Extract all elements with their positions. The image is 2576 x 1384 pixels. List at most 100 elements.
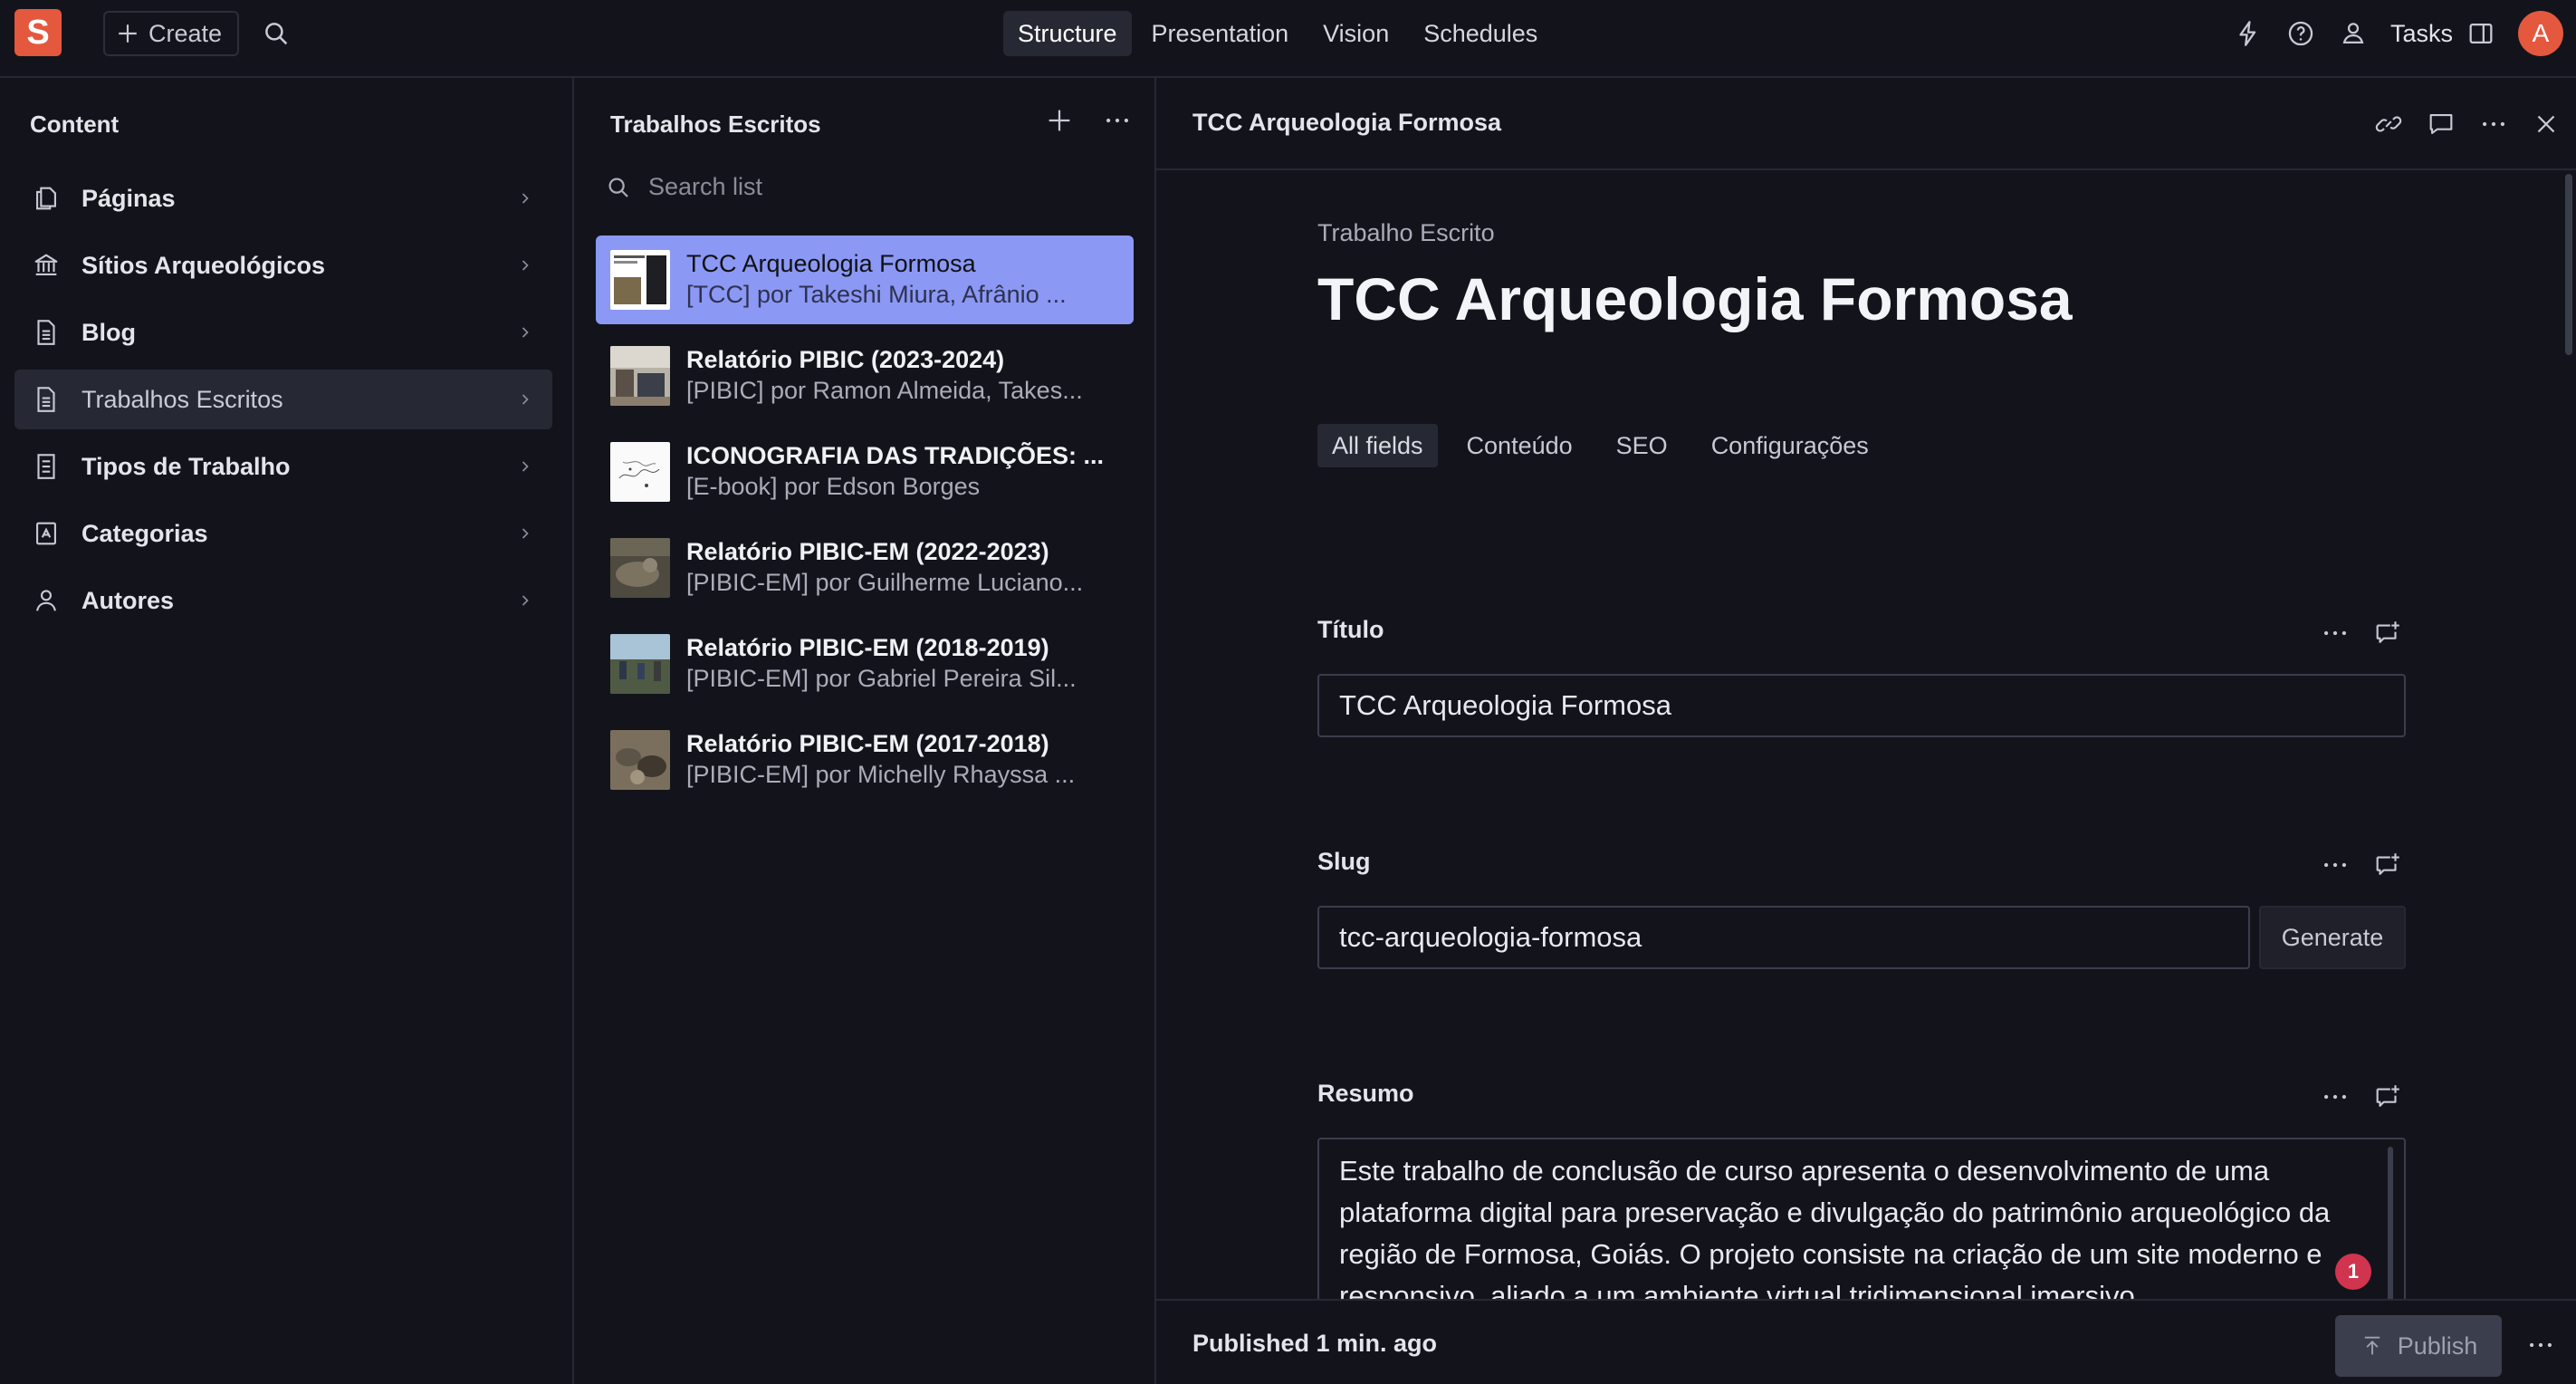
list-item-subtitle: [TCC] por Takeshi Miura, Afrânio ... xyxy=(686,281,1067,308)
tab-configuracoes[interactable]: Configurações xyxy=(1697,424,1883,467)
chevron-right-icon xyxy=(522,327,529,338)
document-header: TCC Arqueologia Formosa xyxy=(1156,78,2576,170)
chevron-right-icon xyxy=(522,394,529,405)
list-item-title: TCC Arqueologia Formosa xyxy=(686,250,976,277)
publish-status: Published 1 min. ago xyxy=(1192,1330,1438,1357)
more-options-icon[interactable] xyxy=(1102,105,1133,136)
sidebar-item-label: Autores xyxy=(81,586,175,614)
sidebar-item-tipos-de-trabalho[interactable]: Tipos de Trabalho xyxy=(14,437,552,496)
content-pane: Content Páginas Sítios Arqueológicos Blo… xyxy=(0,78,574,1384)
tab-schedules[interactable]: Schedules xyxy=(1409,11,1552,56)
list-item[interactable]: Relatório PIBIC-EM (2022-2023) [PIBIC-EM… xyxy=(596,524,1134,612)
chevron-right-icon xyxy=(522,193,529,204)
document-type-label: Trabalho Escrito xyxy=(1317,219,1495,246)
sidebar-item-blog[interactable]: Blog xyxy=(14,303,552,362)
list-item-title: Relatório PIBIC (2023-2024) xyxy=(686,346,1005,373)
list-item-subtitle: [PIBIC-EM] por Michelly Rhayssa ... xyxy=(686,761,1076,788)
comment-icon[interactable] xyxy=(2426,109,2456,139)
tab-all-fields[interactable]: All fields xyxy=(1317,424,1438,467)
publish-icon xyxy=(2364,1336,2380,1355)
list-item[interactable]: ICONOGRAFIA DAS TRADIÇÕES: ... [E-book] … xyxy=(596,428,1134,516)
top-bar: S Create Structure Presentation Vision S… xyxy=(0,0,2576,78)
tab-conteudo[interactable]: Conteúdo xyxy=(1452,424,1587,467)
more-options-icon[interactable] xyxy=(2320,618,2351,649)
document-icon xyxy=(37,387,55,412)
list-actions xyxy=(1044,105,1133,136)
search-list-input[interactable] xyxy=(646,172,1099,202)
global-search-button[interactable] xyxy=(261,18,292,49)
list-item-subtitle: [E-book] por Edson Borges xyxy=(686,473,981,500)
resumo-textarea[interactable]: Este trabalho de conclusão de curso apre… xyxy=(1317,1138,2406,1319)
list-item[interactable]: TCC Arqueologia Formosa [TCC] por Takesh… xyxy=(596,235,1134,324)
app-logo[interactable]: S xyxy=(14,9,62,56)
sidebar-item-label: Tipos de Trabalho xyxy=(81,452,291,480)
tab-seo[interactable]: SEO xyxy=(1602,424,1682,467)
tab-vision[interactable]: Vision xyxy=(1308,11,1403,56)
list-search xyxy=(605,172,1099,202)
user-avatar[interactable]: A xyxy=(2518,11,2563,56)
sidebar-item-paginas[interactable]: Páginas xyxy=(14,168,552,228)
slug-field-label: Slug xyxy=(1317,848,1371,875)
list-item-title: Relatório PIBIC-EM (2018-2019) xyxy=(686,634,1049,661)
add-icon[interactable] xyxy=(1044,105,1075,136)
top-right-actions: Tasks A xyxy=(2211,0,2576,67)
list-item-title: Relatório PIBIC-EM (2022-2023) xyxy=(686,538,1049,565)
search-icon xyxy=(265,23,288,45)
publish-label: Publish xyxy=(2397,1331,2478,1360)
titulo-input[interactable] xyxy=(1317,674,2406,737)
list-item[interactable]: Relatório PIBIC-EM (2018-2019) [PIBIC-EM… xyxy=(596,620,1134,708)
more-options-icon[interactable] xyxy=(2478,109,2509,139)
document-scrollbar[interactable] xyxy=(2565,174,2572,355)
list-item[interactable]: Relatório PIBIC (2023-2024) [PIBIC] por … xyxy=(596,332,1134,420)
document-thumbnail xyxy=(610,538,670,598)
more-options-icon[interactable] xyxy=(2320,850,2351,880)
slug-input[interactable] xyxy=(1317,906,2250,969)
list-item-title: Relatório PIBIC-EM (2017-2018) xyxy=(686,730,1049,757)
sidebar-item-trabalhos-escritos[interactable]: Trabalhos Escritos xyxy=(14,370,552,429)
document-thumbnail xyxy=(610,346,670,406)
tag-icon xyxy=(36,522,56,545)
workspace-tabs: Structure Presentation Vision Schedules xyxy=(1003,11,1552,56)
titulo-field-label: Título xyxy=(1317,616,1384,643)
sidebar-item-label: Sítios Arqueológicos xyxy=(81,251,326,279)
list-item[interactable]: Relatório PIBIC-EM (2017-2018) [PIBIC-EM… xyxy=(596,716,1134,804)
document-icon xyxy=(37,454,55,479)
content-pane-title: Content xyxy=(30,111,120,138)
panel-toggle-icon[interactable] xyxy=(2466,18,2496,49)
chevron-right-icon xyxy=(522,595,529,606)
help-icon[interactable] xyxy=(2285,18,2316,49)
list-item-subtitle: [PIBIC] por Ramon Almeida, Takes... xyxy=(686,377,1083,404)
list-pane-title: Trabalhos Escritos xyxy=(610,111,821,138)
bolt-icon[interactable] xyxy=(2233,18,2264,49)
chevron-right-icon xyxy=(522,260,529,271)
sidebar-item-autores[interactable]: Autores xyxy=(14,571,552,630)
link-icon[interactable] xyxy=(2373,109,2404,139)
more-options-icon[interactable] xyxy=(2320,1081,2351,1112)
document-list-pane: Trabalhos Escritos TCC Arqueologia Formo… xyxy=(574,78,1156,1384)
sidebar-item-label: Blog xyxy=(81,318,136,346)
tasks-button[interactable]: Tasks xyxy=(2390,20,2453,48)
tab-structure[interactable]: Structure xyxy=(1003,11,1132,56)
add-comment-icon[interactable] xyxy=(2372,850,2403,880)
resumo-field-actions xyxy=(2320,1081,2403,1112)
resumo-scrollbar[interactable] xyxy=(2388,1147,2393,1319)
document-footer: Published 1 min. ago Publish xyxy=(1156,1299,2576,1384)
more-options-icon[interactable] xyxy=(2525,1330,2556,1360)
sidebar-item-sitios[interactable]: Sítios Arqueológicos xyxy=(14,235,552,295)
add-comment-icon[interactable] xyxy=(2372,1081,2403,1112)
sidebar-item-categorias[interactable]: Categorias xyxy=(14,504,552,563)
create-button[interactable]: Create xyxy=(103,11,239,56)
document-header-actions xyxy=(2373,109,2562,139)
plus-icon xyxy=(119,24,137,43)
document-thumbnail xyxy=(610,730,670,790)
add-comment-icon[interactable] xyxy=(2372,618,2403,649)
document-thumbnail xyxy=(610,442,670,502)
chevron-right-icon xyxy=(522,461,529,472)
notification-badge[interactable]: 1 xyxy=(2335,1254,2371,1290)
generate-slug-button[interactable]: Generate xyxy=(2259,906,2406,969)
create-label: Create xyxy=(148,19,223,47)
users-icon[interactable] xyxy=(2338,18,2369,49)
tab-presentation[interactable]: Presentation xyxy=(1137,11,1304,56)
close-icon[interactable] xyxy=(2531,109,2562,139)
publish-button[interactable]: Publish xyxy=(2335,1315,2502,1377)
